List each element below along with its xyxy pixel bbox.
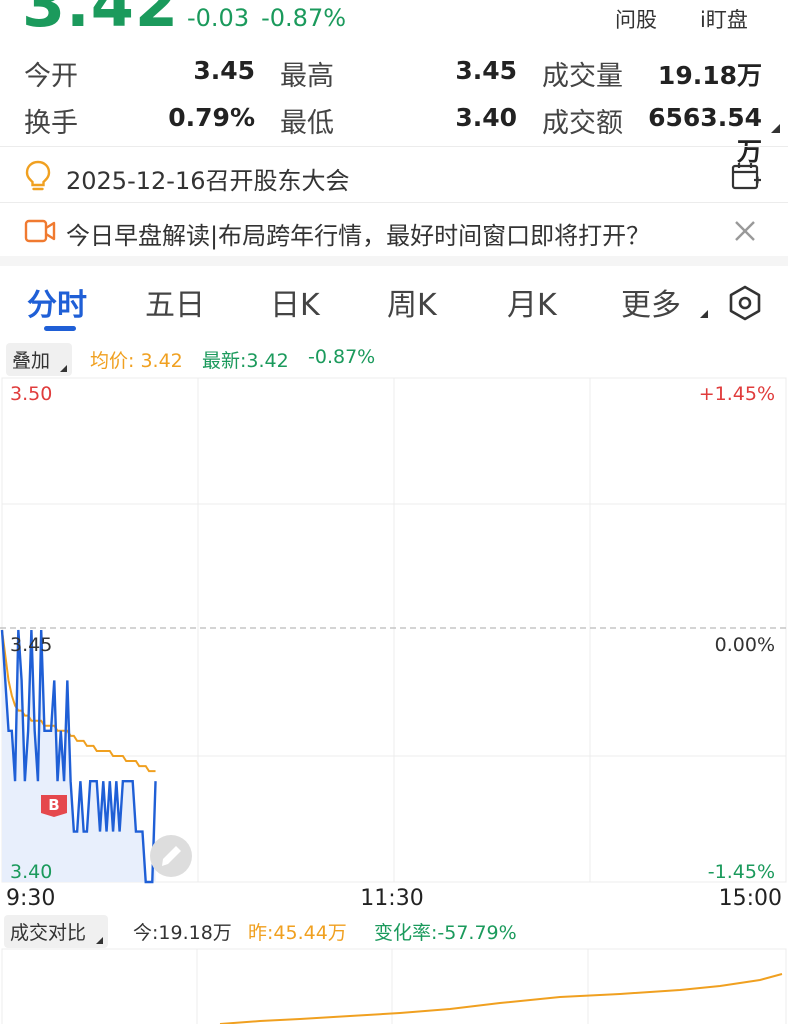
yesterday-volume: 昨:45.44万 (248, 922, 347, 944)
pct-top-label: +1.45% (699, 383, 775, 405)
dropdown-arrow-icon (96, 937, 104, 944)
calendar-add-icon[interactable] (730, 160, 762, 196)
y-bottom-label: 3.40 (10, 861, 52, 883)
tab-active-indicator (44, 326, 76, 331)
x-label-open: 9:30 (6, 886, 55, 907)
yesterday-volume-line (219, 973, 783, 1024)
turnover-label: 换手 (24, 108, 78, 139)
tab-more[interactable]: 更多 (621, 280, 681, 324)
today-volume: 今:19.18万 (133, 922, 232, 944)
price-change-value: -0.03 (187, 4, 250, 32)
tab-weekly-k[interactable]: 周K (387, 280, 437, 324)
watch-link[interactable]: i盯盘 (700, 4, 748, 34)
dropdown-arrow-icon (60, 365, 68, 372)
open-label: 今开 (24, 61, 78, 92)
volume-label: 成交量 (542, 61, 623, 92)
volume-compare-dropdown[interactable]: 成交对比 (4, 915, 109, 948)
latest-price-label: 最新:3.42 (202, 350, 289, 372)
tab-intraday[interactable]: 分时 (27, 280, 87, 324)
y-top-label: 3.50 (10, 383, 52, 405)
overlay-label: 叠加 (12, 350, 51, 372)
x-label-noon: 11:30 (360, 886, 423, 907)
pct-mid-label: 0.00% (715, 634, 775, 656)
pct-bottom-label: -1.45% (708, 861, 775, 883)
avg-price-label: 均价: 3.42 (90, 350, 183, 372)
y-mid-label: 3.45 (10, 634, 52, 656)
overlay-dropdown[interactable]: 叠加 (6, 343, 73, 376)
expand-arrow-icon[interactable] (771, 124, 780, 133)
divider (0, 146, 788, 147)
edit-icon[interactable] (150, 835, 192, 877)
high-value: 3.45 (455, 56, 517, 85)
volume-compare-chart (1, 948, 787, 1024)
video-icon (24, 218, 56, 248)
settings-icon[interactable] (726, 284, 764, 326)
buy-marker[interactable]: B (41, 795, 67, 817)
price-change: -0.03 -0.87% (187, 4, 358, 32)
close-icon[interactable] (733, 219, 757, 247)
meeting-notice[interactable]: 2025-12-16召开股东大会 (66, 161, 349, 196)
section-gap (0, 256, 788, 266)
ask-stock-link[interactable]: 问股 (615, 4, 657, 34)
turnover-value: 0.79% (168, 103, 255, 132)
open-value: 3.45 (193, 56, 255, 85)
tab-five-day[interactable]: 五日 (145, 280, 205, 324)
chart-grid (1, 377, 787, 883)
divider (0, 202, 788, 203)
news-notice[interactable]: 今日早盘解读|布局跨年行情，最好时间窗口即将打开？ (66, 216, 650, 251)
volume-change-rate: 变化率:-57.79% (374, 922, 517, 944)
price-change-pct: -0.87% (261, 4, 347, 32)
tab-monthly-k[interactable]: 月K (507, 280, 557, 324)
tab-daily-k[interactable]: 日K (270, 280, 320, 324)
low-value: 3.40 (455, 103, 517, 132)
latest-pct-label: -0.87% (308, 346, 376, 368)
more-arrow-icon[interactable] (700, 310, 708, 318)
volume-compare-label: 成交对比 (10, 922, 87, 944)
buy-marker-label: B (48, 796, 59, 814)
high-label: 最高 (280, 61, 334, 92)
amount-label: 成交额 (542, 108, 623, 139)
low-label: 最低 (280, 108, 334, 139)
x-label-close: 15:00 (719, 886, 782, 907)
volume-value: 19.18万 (657, 61, 762, 90)
amount-value: 6563.54万 (648, 103, 762, 166)
intraday-chart[interactable]: B 3.50 3.45 3.40 +1.45% 0.00% -1.45% 9:3… (0, 377, 788, 907)
current-price: 3.42 (22, 0, 179, 41)
bulb-icon (24, 160, 52, 196)
